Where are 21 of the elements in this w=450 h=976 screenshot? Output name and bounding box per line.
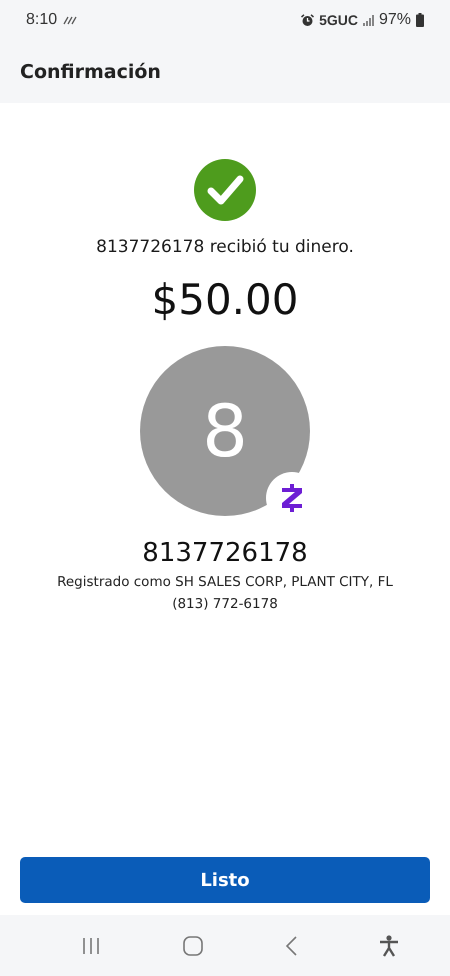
amount: $50.00	[152, 275, 298, 324]
signal-icon	[362, 14, 374, 26]
recent-apps-icon[interactable]	[81, 936, 101, 954]
battery-percentage: 97%	[378, 11, 411, 29]
registered-info: Registrado como SH SALES CORP, PLANT CITY, FL	[57, 574, 393, 590]
alarm-icon	[301, 14, 314, 26]
home-icon[interactable]	[183, 936, 203, 956]
phone-number: (813) 772-6178	[172, 596, 278, 612]
accessibility-icon[interactable]	[379, 934, 399, 956]
signal-lines-icon	[63, 15, 78, 25]
recipient-name: 8137726178	[142, 538, 308, 568]
battery-icon	[416, 13, 424, 27]
network-label: 5GUC	[319, 12, 358, 28]
screen-title: Confirmación	[20, 60, 161, 82]
avatar: 8	[140, 346, 310, 516]
confirmation-message: 8137726178 recibió tu dinero.	[96, 237, 354, 257]
check-icon	[194, 159, 256, 221]
back-icon[interactable]	[285, 936, 297, 956]
status-time: 8:10	[26, 11, 58, 29]
done-button[interactable]: Listo	[20, 857, 430, 903]
logo-icon	[281, 483, 303, 513]
